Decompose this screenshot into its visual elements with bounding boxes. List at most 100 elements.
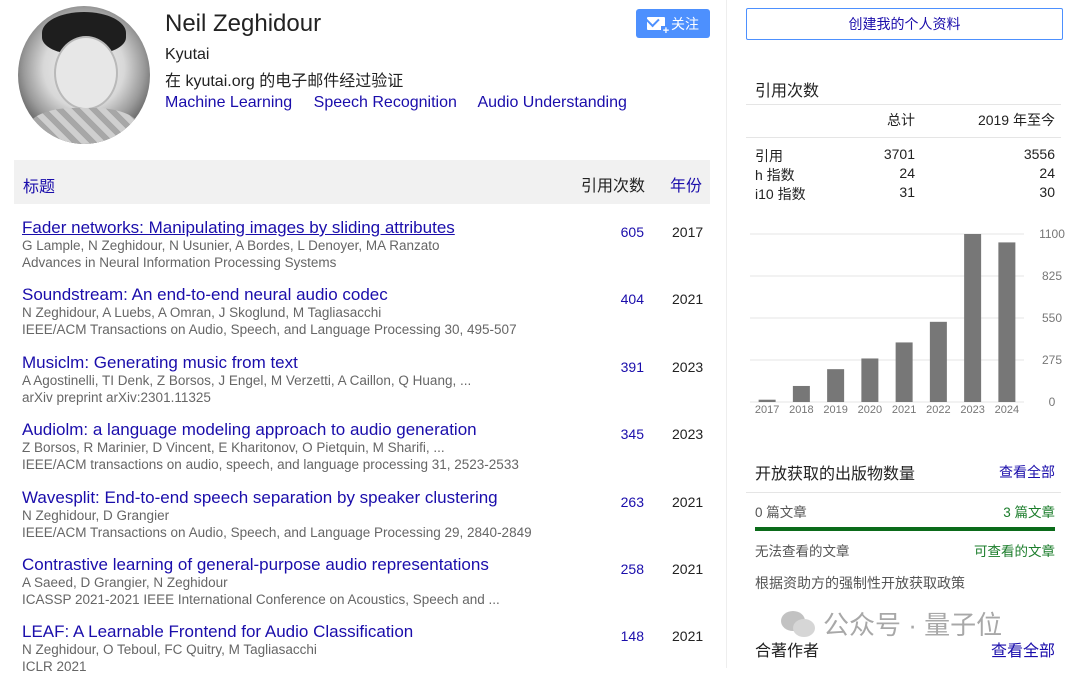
paper-authors: A Saeed, D Grangier, N Zeghidour <box>22 575 228 590</box>
chart-bar[interactable] <box>758 399 776 402</box>
avatar-face <box>54 36 118 110</box>
paper-title[interactable]: LEAF: A Learnable Frontend for Audio Cla… <box>22 622 413 642</box>
paper-year: 2021 <box>672 628 704 644</box>
oa-available-label: 可查看的文章 <box>974 544 1055 559</box>
paper-citations[interactable]: 404 <box>592 291 644 307</box>
x-tick-label: 2023 <box>960 404 984 416</box>
x-tick-label: 2018 <box>789 404 813 416</box>
follow-label: 关注 <box>671 15 699 32</box>
paper-venue: ICASSP 2021-2021 IEEE International Conf… <box>22 592 500 607</box>
paper-title[interactable]: Contrastive learning of general-purpose … <box>22 555 489 575</box>
chart-bar[interactable] <box>998 242 1016 402</box>
paper-title[interactable]: Soundstream: An end-to-end neural audio … <box>22 285 388 305</box>
chart-bar[interactable] <box>929 321 947 402</box>
paper-title[interactable]: Fader networks: Manipulating images by s… <box>22 218 455 238</box>
oa-availability-bar <box>755 527 1055 531</box>
stats-since: 30 <box>1039 184 1055 200</box>
paper-authors: N Zeghidour, A Luebs, A Omran, J Skoglun… <box>22 305 382 320</box>
paper-venue: Advances in Neural Information Processin… <box>22 255 337 270</box>
table-row: Audiolm: a language modeling approach to… <box>22 420 712 488</box>
paper-venue: ICLR 2021 <box>22 659 87 674</box>
stats-row: 引用 3701 3556 <box>755 146 1055 165</box>
avatar <box>18 6 150 144</box>
x-tick-label: 2019 <box>823 404 847 416</box>
sort-by-year[interactable]: 年份 <box>670 172 702 196</box>
interest-speech-recognition[interactable]: Speech Recognition <box>314 94 457 111</box>
paper-citations[interactable]: 605 <box>592 224 644 240</box>
table-row: Fader networks: Manipulating images by s… <box>22 218 712 286</box>
table-row: Wavesplit: End-to-end speech separation … <box>22 488 712 556</box>
x-tick-label: 2024 <box>995 404 1019 416</box>
paper-year: 2023 <box>672 359 704 375</box>
paper-title[interactable]: Musiclm: Generating music from text <box>22 353 298 373</box>
oa-unavailable-count: 0 篇文章 <box>755 505 807 520</box>
profile-affiliation: Kyutai <box>165 46 210 63</box>
stats-total: 3701 <box>883 146 915 162</box>
watermark: 公众号 · 量子位 <box>781 605 1002 642</box>
y-tick-label: 825 <box>1042 269 1062 283</box>
chart-bar[interactable] <box>792 385 810 402</box>
x-tick-label: 2020 <box>858 404 882 416</box>
stats-total: 24 <box>899 165 915 181</box>
oa-unavailable-label: 无法查看的文章 <box>755 544 850 559</box>
stats-label[interactable]: h 指数 <box>755 165 795 185</box>
interest-machine-learning[interactable]: Machine Learning <box>165 94 292 111</box>
paper-citations[interactable]: 148 <box>592 628 644 644</box>
chart-bar[interactable] <box>964 234 982 402</box>
paper-year: 2021 <box>672 561 704 577</box>
wechat-icon <box>781 610 815 637</box>
open-access-title: 开放获取的出版物数量 <box>755 466 916 483</box>
paper-citations[interactable]: 258 <box>592 561 644 577</box>
stats-row: h 指数 24 24 <box>755 165 1055 184</box>
paper-authors: Z Borsos, R Marinier, D Vincent, E Khari… <box>22 440 445 455</box>
avatar-shirt <box>28 108 140 144</box>
paper-citations[interactable]: 391 <box>592 359 644 375</box>
research-interests: Machine Learning Speech Recognition Audi… <box>165 94 644 112</box>
stats-header-total: 总计 <box>887 112 915 128</box>
oa-available-count: 3 篇文章 <box>1003 505 1055 520</box>
x-tick-label: 2017 <box>755 404 779 416</box>
sort-by-title[interactable]: 标题 <box>23 173 55 197</box>
y-tick-label: 275 <box>1042 353 1062 367</box>
paper-year: 2021 <box>672 494 704 510</box>
paper-title[interactable]: Audiolm: a language modeling approach to… <box>22 420 477 440</box>
mail-plus-icon <box>647 17 671 36</box>
paper-venue: IEEE/ACM Transactions on Audio, Speech, … <box>22 322 517 337</box>
chart-bar[interactable] <box>827 369 845 402</box>
profile-name: Neil Zeghidour <box>165 10 322 37</box>
stats-header: 总计 2019 年至今 <box>755 110 1055 129</box>
paper-year: 2017 <box>672 224 704 240</box>
table-row: LEAF: A Learnable Frontend for Audio Cla… <box>22 622 712 690</box>
open-access-view-all-link[interactable]: 查看全部 <box>999 462 1055 482</box>
paper-title[interactable]: Wavesplit: End-to-end speech separation … <box>22 488 498 508</box>
stats-row: i10 指数 31 30 <box>755 184 1055 203</box>
create-profile-button[interactable]: 创建我的个人资料 <box>746 8 1063 40</box>
stats-label[interactable]: i10 指数 <box>755 184 806 204</box>
interest-audio-understanding[interactable]: Audio Understanding <box>477 94 626 111</box>
paper-venue: arXiv preprint arXiv:2301.11325 <box>22 390 211 405</box>
follow-button[interactable]: 关注 <box>636 9 710 38</box>
chart-bar[interactable] <box>861 358 879 402</box>
cited-by-title: 引用次数 <box>755 83 820 100</box>
publications-panel: Neil Zeghidour Kyutai 在 kyutai.org 的电子邮件… <box>0 0 726 674</box>
paper-authors: G Lample, N Zeghidour, N Usunier, A Bord… <box>22 238 440 253</box>
y-tick-label: 550 <box>1042 311 1062 325</box>
citation-stats: 总计 2019 年至今 引用 3701 3556 h 指数 24 24 i10 … <box>746 110 1061 203</box>
paper-citations[interactable]: 345 <box>592 426 644 442</box>
citations-bar-chart: 1100 825 550 275 0 2017 2018 2019 2020 2021 2022 20… <box>750 227 1065 416</box>
y-tick-label: 1100 <box>1039 227 1065 241</box>
table-header: 标题 引用次数 年份 <box>14 160 710 204</box>
chart-bar[interactable] <box>895 342 913 402</box>
divider <box>746 104 1061 105</box>
sort-by-citations[interactable]: 引用次数 <box>581 172 645 196</box>
sidebar: 创建我的个人资料 引用次数 总计 2019 年至今 引用 3701 3556 h… <box>726 0 1080 668</box>
paper-citations[interactable]: 263 <box>592 494 644 510</box>
stats-label[interactable]: 引用 <box>755 146 783 166</box>
paper-venue: IEEE/ACM transactions on audio, speech, … <box>22 457 519 472</box>
y-tick-label: 0 <box>1049 395 1056 409</box>
profile-email-verified: 在 kyutai.org 的电子邮件经过验证 <box>165 73 404 90</box>
x-tick-label: 2022 <box>926 404 950 416</box>
table-row: Contrastive learning of general-purpose … <box>22 555 712 623</box>
stats-total: 31 <box>899 184 915 200</box>
paper-authors: N Zeghidour, D Grangier <box>22 508 170 523</box>
